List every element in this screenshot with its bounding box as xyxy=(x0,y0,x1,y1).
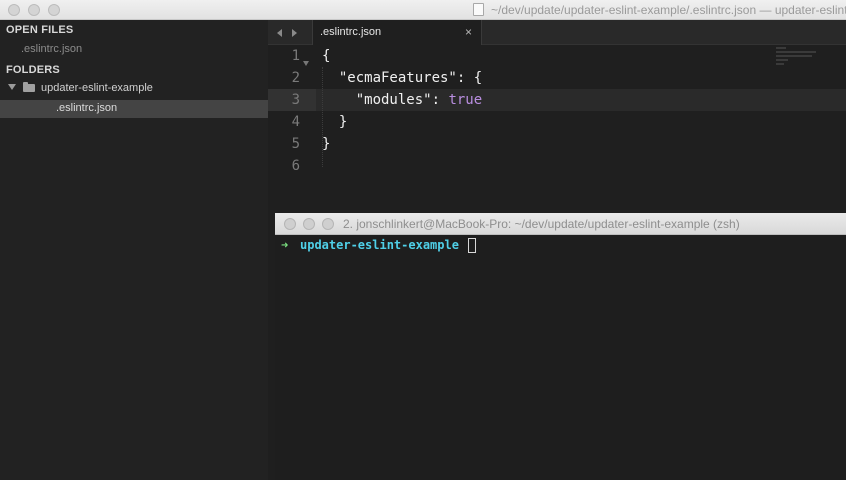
open-file-item[interactable]: .eslintrc.json xyxy=(21,43,82,55)
folders-heading: FOLDERS xyxy=(6,64,60,76)
disclosure-arrow-icon[interactable] xyxy=(8,84,16,90)
window-title: ~/dev/update/updater-eslint-example/.esl… xyxy=(491,3,846,17)
terminal-window[interactable]: 2. jonschlinkert@MacBook-Pro: ~/dev/upda… xyxy=(275,213,846,480)
code-token: : { xyxy=(456,70,483,86)
line-number: 1 xyxy=(291,48,300,64)
code-token: : xyxy=(431,92,449,108)
terminal-zoom-button[interactable] xyxy=(322,218,334,230)
window-titlebar: ~/dev/update/updater-eslint-example/.esl… xyxy=(0,0,846,20)
prompt-arrow-icon: ➜ xyxy=(281,238,289,252)
sidebar: OPEN FILES .eslintrc.json FOLDERS update… xyxy=(0,20,268,480)
tab-label: .eslintrc.json xyxy=(320,26,382,38)
tab-bar: .eslintrc.json × xyxy=(268,20,846,45)
code-token: { xyxy=(322,48,331,64)
tab-close-icon[interactable]: × xyxy=(465,25,472,39)
code-line: } xyxy=(322,114,347,130)
terminal-cursor xyxy=(468,238,476,253)
window-close-button[interactable] xyxy=(8,4,20,16)
line-number: 6 xyxy=(291,158,300,174)
minimap[interactable] xyxy=(776,45,846,69)
prompt-directory: updater-eslint-example xyxy=(300,238,459,252)
terminal-minimize-button[interactable] xyxy=(303,218,315,230)
window-minimize-button[interactable] xyxy=(28,4,40,16)
tab-next-icon[interactable] xyxy=(292,29,297,37)
line-number: 2 xyxy=(291,70,300,86)
code-line: { xyxy=(322,48,330,64)
code-token-key: "modules" xyxy=(355,92,432,108)
code-token-key: "ecmaFeatures" xyxy=(338,70,457,86)
terminal-title: 2. jonschlinkert@MacBook-Pro: ~/dev/upda… xyxy=(343,217,740,231)
open-files-heading: OPEN FILES xyxy=(6,24,74,36)
folder-name: updater-eslint-example xyxy=(41,82,153,94)
line-number: 4 xyxy=(291,114,300,130)
line-number: 3 xyxy=(291,92,300,108)
sidebar-file-name: .eslintrc.json xyxy=(56,102,118,114)
terminal-close-button[interactable] xyxy=(284,218,296,230)
terminal-titlebar: 2. jonschlinkert@MacBook-Pro: ~/dev/upda… xyxy=(275,213,846,235)
code-line: "modules": true xyxy=(322,92,482,108)
terminal-body[interactable]: ➜ updater-eslint-example xyxy=(275,235,846,480)
window-zoom-button[interactable] xyxy=(48,4,60,16)
open-folder-icon xyxy=(23,82,35,92)
code-line: "ecmaFeatures": { xyxy=(322,70,482,86)
document-icon xyxy=(473,3,484,16)
sidebar-file-selected[interactable]: .eslintrc.json xyxy=(0,100,268,118)
code-line: } xyxy=(322,136,330,152)
tab-eslintrc[interactable]: .eslintrc.json × xyxy=(312,20,482,45)
code-token: } xyxy=(322,136,331,152)
tab-prev-icon[interactable] xyxy=(277,29,282,37)
line-number: 5 xyxy=(291,136,300,152)
fold-arrow-icon[interactable] xyxy=(303,61,309,66)
code-token-boolean: true xyxy=(448,92,483,108)
code-token: } xyxy=(338,114,348,130)
folder-row[interactable]: updater-eslint-example xyxy=(0,80,268,98)
